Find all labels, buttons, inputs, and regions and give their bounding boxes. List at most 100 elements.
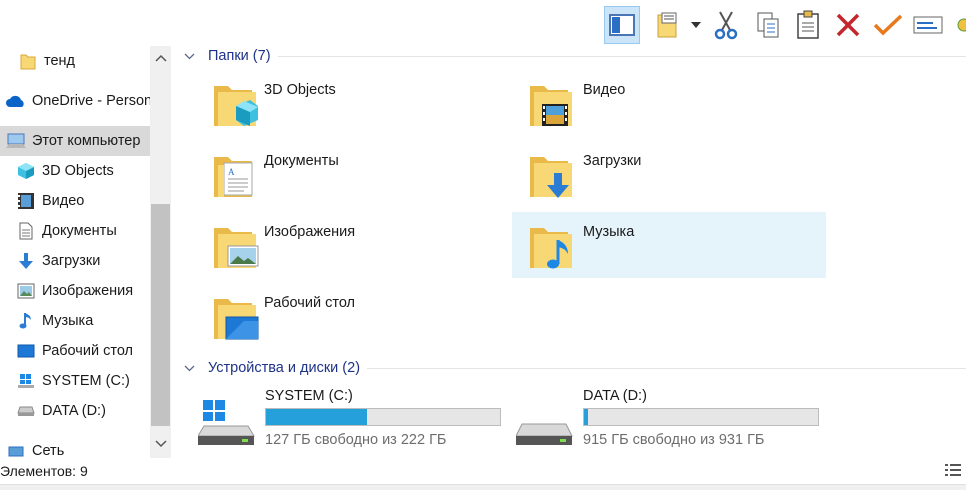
folder-label: Документы xyxy=(264,153,339,169)
group-title: Устройства и диски (2) xyxy=(208,360,361,376)
toolbar-overflow-icon[interactable] xyxy=(952,6,966,44)
details-view-icon xyxy=(945,464,961,476)
music-icon xyxy=(16,311,36,331)
chevron-down-icon xyxy=(184,365,198,372)
window-bottom-edge xyxy=(0,484,966,490)
drive-tile-data-d[interactable]: DATA (D:) 915 ГБ свободно из 931 ГБ xyxy=(490,386,819,452)
properties-dropdown[interactable] xyxy=(686,6,706,44)
sidebar-item-label: Изображения xyxy=(42,283,134,299)
folder-icon xyxy=(18,51,38,71)
sidebar-item-label: Сеть xyxy=(32,443,65,458)
sidebar-item-downloads[interactable]: Загрузки xyxy=(0,246,150,276)
drive-usage-bar xyxy=(265,408,501,426)
sidebar-item-3d-objects[interactable]: 3D Objects xyxy=(0,156,150,186)
sidebar-item-label: Этот компьютер xyxy=(32,133,141,149)
drive-free-space: 915 ГБ свободно из 931 ГБ xyxy=(583,432,765,448)
folder-label: Рабочий стол xyxy=(264,295,356,311)
folder-tile-music[interactable]: Музыка xyxy=(512,212,826,278)
properties-icon xyxy=(657,12,677,38)
sidebar-item-documents[interactable]: Документы xyxy=(0,216,150,246)
rename-button[interactable] xyxy=(910,6,946,44)
3d-objects-folder-icon xyxy=(214,86,258,126)
folder-label: 3D Objects xyxy=(264,82,336,98)
paste-button[interactable] xyxy=(790,6,826,44)
folder-tile-desktop[interactable]: Рабочий стол xyxy=(182,283,496,349)
delete-button[interactable] xyxy=(830,6,866,44)
scroll-up-button[interactable] xyxy=(150,48,171,68)
sidebar-item-label: Музыка xyxy=(42,313,94,329)
sidebar-item-label: Документы xyxy=(42,223,117,239)
sidebar-item-label: тенд xyxy=(44,53,76,69)
rename-icon xyxy=(913,16,943,34)
folder-label: Видео xyxy=(583,82,626,98)
folder-label: Музыка xyxy=(583,224,635,240)
group-divider xyxy=(367,368,966,369)
folder-tile-downloads[interactable]: Загрузки xyxy=(512,141,826,207)
onedrive-icon xyxy=(6,91,26,111)
folders-group-header[interactable]: Папки (7) xyxy=(184,46,271,66)
sidebar-item-label: OneDrive - Person xyxy=(32,93,150,109)
copy-button[interactable] xyxy=(750,6,786,44)
scroll-down-button[interactable] xyxy=(150,434,171,454)
devices-group-header[interactable]: Устройства и диски (2) xyxy=(184,358,360,378)
sidebar-item-video[interactable]: Видео xyxy=(0,186,150,216)
downloads-icon xyxy=(16,251,36,271)
navigation-scrollbar[interactable] xyxy=(150,46,171,458)
cut-button[interactable] xyxy=(708,6,744,44)
documents-icon xyxy=(16,221,36,241)
music-folder-icon xyxy=(530,228,572,269)
item-count: Элементов: 9 xyxy=(0,463,88,479)
sidebar-item-onedrive[interactable]: OneDrive - Person xyxy=(0,86,150,116)
sidebar-item-this-pc[interactable]: Этот компьютер xyxy=(0,126,150,156)
properties-button[interactable] xyxy=(650,6,686,44)
sidebar-item-pictures[interactable]: Изображения xyxy=(0,276,150,306)
content-pane: Папки (7) 3D Objects Видео A Документы З… xyxy=(172,46,966,458)
downloads-folder-icon xyxy=(530,157,572,198)
sidebar-item-tend[interactable]: тенд xyxy=(0,46,150,76)
navigation-pane: тенд OneDrive - Person Этот компьютер 3D… xyxy=(0,46,150,458)
folder-tile-pictures[interactable]: Изображения xyxy=(182,212,496,278)
3d-objects-icon xyxy=(16,161,36,181)
sidebar-item-label: DATA (D:) xyxy=(42,403,106,419)
status-bar: Элементов: 9 xyxy=(0,458,966,484)
chevron-up-icon xyxy=(154,54,167,62)
delete-icon xyxy=(836,13,860,37)
drive-icon xyxy=(16,401,36,421)
group-title: Папки (7) xyxy=(208,48,271,64)
copy-icon xyxy=(757,12,779,38)
drive-label: DATA (D:) xyxy=(583,388,647,404)
folder-label: Загрузки xyxy=(583,153,642,169)
confirm-button[interactable] xyxy=(870,6,906,44)
check-icon xyxy=(873,14,903,36)
chevron-down-icon xyxy=(154,440,167,448)
video-icon xyxy=(16,191,36,211)
svg-text:A: A xyxy=(228,167,235,177)
sidebar-item-system-c[interactable]: SYSTEM (C:) xyxy=(0,366,150,396)
sidebar-item-label: Загрузки xyxy=(42,253,101,269)
details-view-button[interactable] xyxy=(944,462,962,481)
group-divider xyxy=(278,56,966,57)
sidebar-item-label: SYSTEM (C:) xyxy=(42,373,130,389)
documents-folder-icon: A xyxy=(214,157,253,197)
folder-tile-video[interactable]: Видео xyxy=(512,70,826,136)
network-icon xyxy=(6,441,26,458)
sidebar-item-network[interactable]: Сеть xyxy=(0,436,150,458)
drive-usage-bar xyxy=(583,408,819,426)
drive-usage-fill xyxy=(266,409,367,425)
cut-icon xyxy=(714,11,738,40)
folder-label: Изображения xyxy=(264,224,356,240)
video-folder-icon xyxy=(530,86,572,126)
sidebar-item-label: 3D Objects xyxy=(42,163,114,179)
drive-tile-system-c[interactable]: SYSTEM (C:) 127 ГБ свободно из 222 ГБ xyxy=(172,386,501,452)
preview-pane-icon xyxy=(609,14,635,36)
folder-tile-3d-objects[interactable]: 3D Objects xyxy=(182,70,496,136)
drive-free-space: 127 ГБ свободно из 222 ГБ xyxy=(265,432,447,448)
system-drive-icon xyxy=(16,371,36,391)
scroll-thumb[interactable] xyxy=(151,204,170,426)
folder-tile-documents[interactable]: A Документы xyxy=(182,141,496,207)
sidebar-item-music[interactable]: Музыка xyxy=(0,306,150,336)
sidebar-item-label: Рабочий стол xyxy=(42,343,134,359)
sidebar-item-data-d[interactable]: DATA (D:) xyxy=(0,396,150,426)
preview-pane-button[interactable] xyxy=(604,6,640,44)
sidebar-item-desktop[interactable]: Рабочий стол xyxy=(0,336,150,366)
